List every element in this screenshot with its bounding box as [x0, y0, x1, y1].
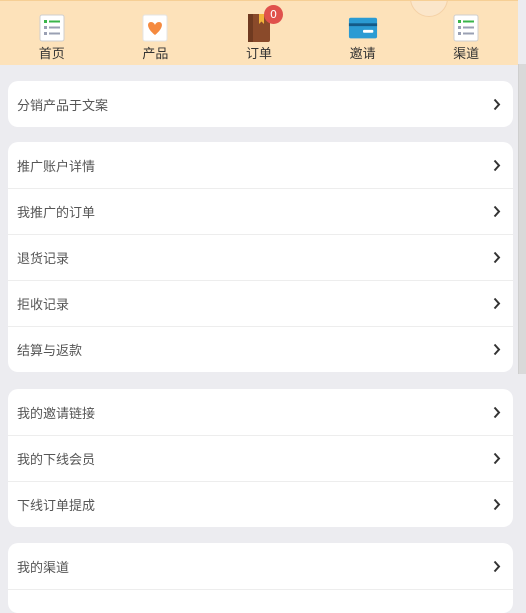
nav-label-products: 产品	[142, 47, 169, 62]
nav-item-home[interactable]: 首页	[0, 1, 104, 65]
nav-item-products[interactable]: 产品	[104, 1, 208, 65]
nav-label-orders: 订单	[245, 47, 272, 62]
menu-item-my-channels[interactable]: 我的渠道	[8, 543, 513, 589]
notebook-icon: 0	[244, 5, 283, 43]
credit-card-icon	[348, 13, 378, 43]
nav-label-invite: 邀请	[349, 47, 376, 62]
chevron-right-icon	[493, 297, 503, 311]
nav-item-orders[interactable]: 0 订单	[207, 1, 311, 65]
menu-item-my-promo-orders[interactable]: 我推广的订单	[8, 188, 513, 234]
menu-item-downline-members[interactable]: 我的下线会员	[8, 435, 513, 481]
menu-card-invite: 我的邀请链接 我的下线会员 下线订单提成	[8, 389, 513, 527]
order-count-badge: 0	[263, 5, 283, 24]
menu-item-settlement[interactable]: 结算与返款	[8, 326, 513, 372]
menu-item-downline-commission[interactable]: 下线订单提成	[8, 481, 513, 527]
chevron-right-icon	[493, 158, 503, 172]
list-icon	[37, 13, 67, 43]
menu-item-product-copy[interactable]: 分销产品于文案	[8, 81, 513, 127]
chevron-right-icon	[493, 405, 503, 419]
nav-item-channels[interactable]: 渠道	[414, 1, 518, 65]
chevron-right-icon	[493, 498, 503, 512]
menu-card-products: 分销产品于文案	[8, 81, 513, 127]
chevron-right-icon	[493, 343, 503, 357]
chevron-right-icon	[493, 251, 503, 265]
chevron-right-icon	[493, 559, 503, 573]
chevron-right-icon	[493, 97, 503, 111]
scrollbar[interactable]	[518, 64, 526, 374]
list-icon	[451, 13, 481, 43]
nav-label-home: 首页	[38, 47, 65, 62]
row-divider	[8, 589, 513, 590]
top-nav-bar: 首页 产品 0 订单 邀请 渠道	[0, 0, 518, 65]
menu-card-channels: 我的渠道	[8, 543, 513, 613]
chevron-right-icon	[493, 205, 503, 219]
heart-icon	[140, 13, 170, 43]
nav-label-channels: 渠道	[453, 47, 480, 62]
nav-item-invite[interactable]: 邀请	[311, 1, 415, 65]
menu-item-promo-account[interactable]: 推广账户详情	[8, 142, 513, 188]
menu-card-promotion: 推广账户详情 我推广的订单 退货记录 拒收记录 结算与返款	[8, 142, 513, 372]
menu-item-rejection-records[interactable]: 拒收记录	[8, 280, 513, 326]
menu-item-return-records[interactable]: 退货记录	[8, 234, 513, 280]
menu-item-invite-link[interactable]: 我的邀请链接	[8, 389, 513, 435]
chevron-right-icon	[493, 452, 503, 466]
